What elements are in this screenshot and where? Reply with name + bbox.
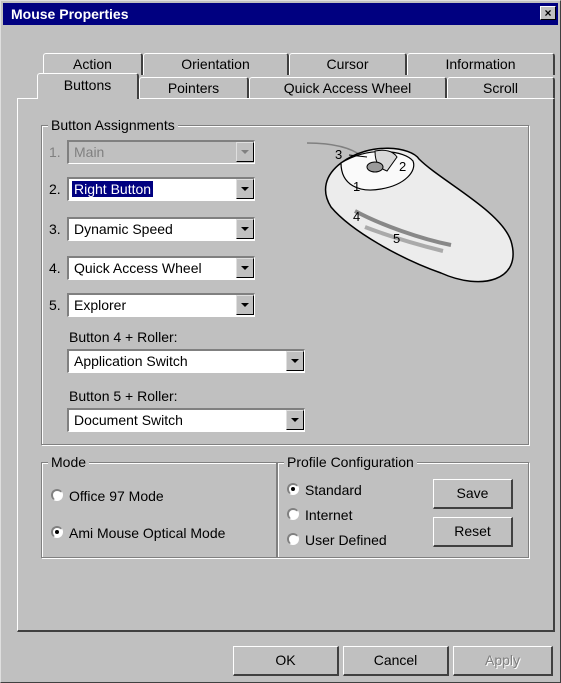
button-5-select[interactable]: Explorer	[67, 293, 255, 317]
chevron-down-icon[interactable]	[236, 179, 254, 199]
standard-profile-label: Standard	[305, 482, 362, 498]
radio-off-icon[interactable]	[287, 533, 299, 545]
radio-on-icon[interactable]	[51, 526, 63, 538]
button-3-value: Dynamic Speed	[74, 221, 173, 237]
radio-off-icon[interactable]	[287, 508, 299, 520]
assignment-number-1: 1.	[49, 144, 61, 160]
button-4-select[interactable]: Quick Access Wheel	[67, 256, 255, 280]
button-1-select: Main	[67, 140, 255, 164]
internet-profile-label: Internet	[305, 507, 353, 523]
ami-mouse-optical-mode-label: Ami Mouse Optical Mode	[69, 525, 226, 541]
mouse-label-4: 4	[353, 209, 360, 224]
radio-off-icon[interactable]	[51, 489, 63, 501]
apply-button: Apply	[453, 646, 553, 676]
roller-5-select[interactable]: Document Switch	[67, 408, 305, 432]
roller-4-label: Button 4 + Roller:	[69, 329, 178, 345]
roller-5-value: Document Switch	[74, 412, 183, 428]
button-1-value: Main	[74, 144, 105, 160]
save-button[interactable]: Save	[433, 479, 513, 509]
mouse-properties-window: Mouse Properties × Action Orientation Cu…	[0, 0, 561, 683]
mouse-label-3: 3	[335, 147, 342, 162]
user-defined-profile-label: User Defined	[305, 532, 387, 548]
cancel-button[interactable]: Cancel	[343, 646, 449, 676]
close-icon[interactable]: ×	[540, 6, 556, 20]
chevron-down-icon[interactable]	[286, 410, 304, 430]
tab-scroll[interactable]: Scroll	[447, 77, 555, 99]
roller-4-select[interactable]: Application Switch	[67, 349, 305, 373]
profile-configuration-title: Profile Configuration	[284, 454, 417, 470]
assignment-number-4: 4.	[49, 260, 61, 276]
chevron-down-icon[interactable]	[236, 219, 254, 239]
button-4-value: Quick Access Wheel	[74, 260, 202, 276]
chevron-down-icon[interactable]	[286, 351, 304, 371]
button-assignments-title: Button Assignments	[48, 117, 178, 133]
tab-cursor[interactable]: Cursor	[289, 53, 407, 75]
reset-button[interactable]: Reset	[433, 517, 513, 547]
chevron-down-icon[interactable]	[236, 258, 254, 278]
tab-pointers[interactable]: Pointers	[139, 77, 249, 99]
ok-button[interactable]: OK	[233, 646, 339, 676]
mode-group: Mode	[41, 454, 277, 558]
mouse-label-1: 1	[353, 179, 360, 194]
mouse-wheel	[366, 161, 384, 173]
tab-action[interactable]: Action	[43, 53, 143, 75]
mouse-label-2: 2	[399, 159, 406, 174]
button-3-select[interactable]: Dynamic Speed	[67, 217, 255, 241]
radio-on-icon[interactable]	[287, 483, 299, 495]
button-2-select[interactable]: Right Button	[67, 177, 255, 201]
tab-quick-access-wheel[interactable]: Quick Access Wheel	[249, 77, 447, 99]
roller-5-label: Button 5 + Roller:	[69, 388, 178, 404]
roller-4-value: Application Switch	[74, 353, 188, 369]
button-5-value: Explorer	[74, 297, 127, 313]
mode-title: Mode	[48, 454, 90, 470]
chevron-down-icon[interactable]	[236, 295, 254, 315]
chevron-down-icon	[236, 142, 254, 162]
tab-buttons[interactable]: Buttons	[37, 73, 139, 99]
tab-orientation[interactable]: Orientation	[143, 53, 289, 75]
assignment-number-3: 3.	[49, 221, 61, 237]
tab-information[interactable]: Information	[407, 53, 555, 75]
office-97-mode-label: Office 97 Mode	[69, 488, 164, 504]
mouse-label-5: 5	[393, 231, 400, 246]
title-bar: Mouse Properties ×	[3, 3, 558, 25]
mouse-diagram: 3 2 1 4 5	[306, 142, 514, 283]
assignment-number-2: 2.	[49, 181, 61, 197]
button-2-value: Right Button	[70, 180, 155, 198]
window-title: Mouse Properties	[11, 6, 129, 22]
assignment-number-5: 5.	[49, 297, 61, 313]
